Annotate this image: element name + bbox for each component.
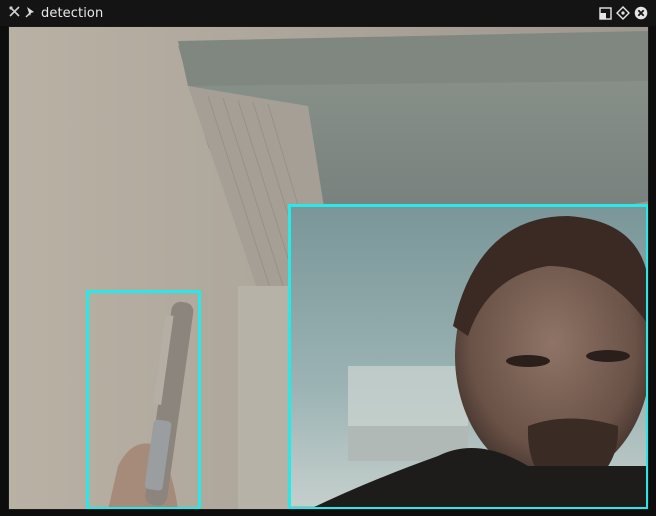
pen-detection-box xyxy=(86,290,201,510)
window-controls xyxy=(598,6,648,20)
face-detection-box xyxy=(288,204,649,510)
move-icon[interactable] xyxy=(616,6,630,20)
title-icons xyxy=(8,5,37,22)
close-icon[interactable] xyxy=(634,6,648,20)
camera-frame xyxy=(8,26,649,510)
restore-icon[interactable] xyxy=(598,6,612,20)
window-title: detection xyxy=(41,5,104,21)
pin-icon xyxy=(24,5,37,22)
title-bar[interactable]: detection xyxy=(0,0,656,26)
detection-window: detection xyxy=(0,0,656,516)
tools-icon xyxy=(8,5,21,22)
